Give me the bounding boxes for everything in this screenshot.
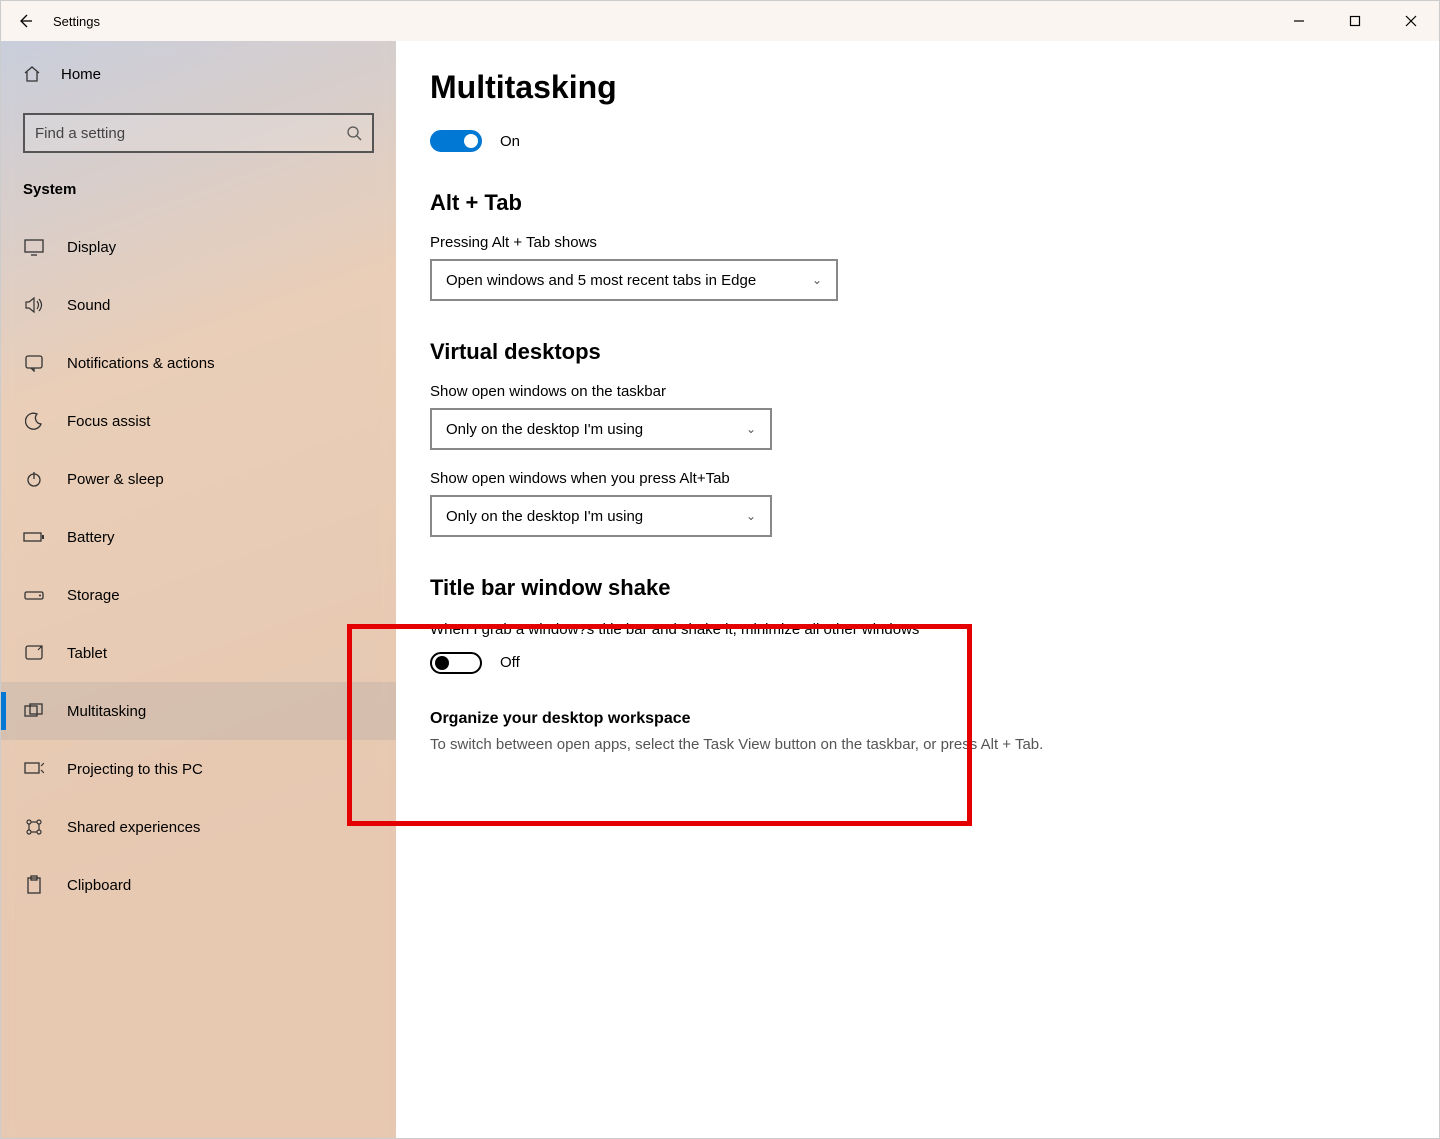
notifications-icon — [23, 354, 45, 372]
maximize-button[interactable] — [1327, 1, 1383, 41]
window-title: Settings — [53, 14, 100, 29]
sidebar-item-projecting[interactable]: Projecting to this PC — [1, 740, 396, 798]
sidebar-item-clipboard[interactable]: Clipboard — [1, 856, 396, 914]
sidebar-item-label: Clipboard — [67, 877, 131, 894]
sidebar-item-sound[interactable]: Sound — [1, 276, 396, 334]
sidebar: Home System Display Sound — [1, 41, 396, 1138]
sidebar-item-display[interactable]: Display — [1, 218, 396, 276]
tablet-icon — [23, 644, 45, 662]
dropdown-value: Only on the desktop I'm using — [446, 508, 643, 525]
taskbar-windows-label: Show open windows on the taskbar — [430, 383, 1399, 400]
toggle-label: On — [500, 133, 520, 150]
alttab-shows-dropdown[interactable]: Open windows and 5 most recent tabs in E… — [430, 259, 838, 301]
sidebar-item-label: Focus assist — [67, 413, 150, 430]
sidebar-category: System — [1, 171, 396, 218]
close-button[interactable] — [1383, 1, 1439, 41]
chevron-down-icon: ⌄ — [746, 509, 756, 523]
shake-toggle[interactable] — [430, 652, 482, 674]
back-button[interactable] — [1, 1, 49, 41]
sidebar-item-storage[interactable]: Storage — [1, 566, 396, 624]
organize-text: To switch between open apps, select the … — [430, 736, 1399, 753]
sidebar-item-label: Storage — [67, 587, 120, 604]
alttab-windows-label: Show open windows when you press Alt+Tab — [430, 470, 1399, 487]
toggle-label: Off — [500, 654, 520, 671]
sidebar-item-label: Battery — [67, 529, 115, 546]
sound-icon — [23, 296, 45, 314]
multitasking-master-toggle[interactable] — [430, 130, 482, 152]
sidebar-item-label: Shared experiences — [67, 819, 200, 836]
sidebar-item-battery[interactable]: Battery — [1, 508, 396, 566]
display-icon — [23, 238, 45, 256]
sidebar-item-label: Projecting to this PC — [67, 761, 203, 778]
sidebar-item-multitasking[interactable]: Multitasking — [1, 682, 396, 740]
sidebar-item-power[interactable]: Power & sleep — [1, 450, 396, 508]
dropdown-value: Open windows and 5 most recent tabs in E… — [446, 272, 756, 289]
search-input[interactable] — [35, 125, 346, 142]
sidebar-home[interactable]: Home — [1, 49, 396, 99]
sidebar-home-label: Home — [61, 66, 101, 83]
organize-heading: Organize your desktop workspace — [430, 710, 1399, 728]
shake-description: When I grab a window?s title bar and sha… — [430, 619, 950, 642]
sidebar-item-focus-assist[interactable]: Focus assist — [1, 392, 396, 450]
sidebar-item-shared[interactable]: Shared experiences — [1, 798, 396, 856]
search-input-container[interactable] — [23, 113, 374, 153]
minimize-button[interactable] — [1271, 1, 1327, 41]
project-icon — [23, 760, 45, 778]
sidebar-item-label: Notifications & actions — [67, 355, 215, 372]
power-icon — [23, 470, 45, 488]
alttab-heading: Alt + Tab — [430, 190, 1399, 216]
shake-heading: Title bar window shake — [430, 575, 1399, 601]
sidebar-item-label: Display — [67, 239, 116, 256]
alttab-shows-label: Pressing Alt + Tab shows — [430, 234, 1399, 251]
share-icon — [23, 818, 45, 836]
multitasking-icon — [23, 703, 45, 719]
sidebar-nav: Display Sound Notifications & actions Fo… — [1, 218, 396, 914]
taskbar-windows-dropdown[interactable]: Only on the desktop I'm using ⌄ — [430, 408, 772, 450]
home-icon — [23, 65, 41, 83]
virtual-desktops-heading: Virtual desktops — [430, 339, 1399, 365]
alttab-windows-dropdown[interactable]: Only on the desktop I'm using ⌄ — [430, 495, 772, 537]
sidebar-item-notifications[interactable]: Notifications & actions — [1, 334, 396, 392]
battery-icon — [23, 530, 45, 544]
sidebar-item-label: Tablet — [67, 645, 107, 662]
clipboard-icon — [23, 875, 45, 895]
moon-icon — [23, 412, 45, 430]
chevron-down-icon: ⌄ — [746, 422, 756, 436]
main-content: Multitasking On Alt + Tab Pressing Alt +… — [396, 41, 1439, 1138]
sidebar-item-label: Sound — [67, 297, 110, 314]
search-icon — [346, 125, 362, 141]
titlebar: Settings — [1, 1, 1439, 41]
dropdown-value: Only on the desktop I'm using — [446, 421, 643, 438]
chevron-down-icon: ⌄ — [812, 273, 822, 287]
sidebar-item-label: Power & sleep — [67, 471, 164, 488]
page-title: Multitasking — [430, 69, 1399, 106]
storage-icon — [23, 588, 45, 602]
sidebar-item-tablet[interactable]: Tablet — [1, 624, 396, 682]
sidebar-item-label: Multitasking — [67, 703, 146, 720]
